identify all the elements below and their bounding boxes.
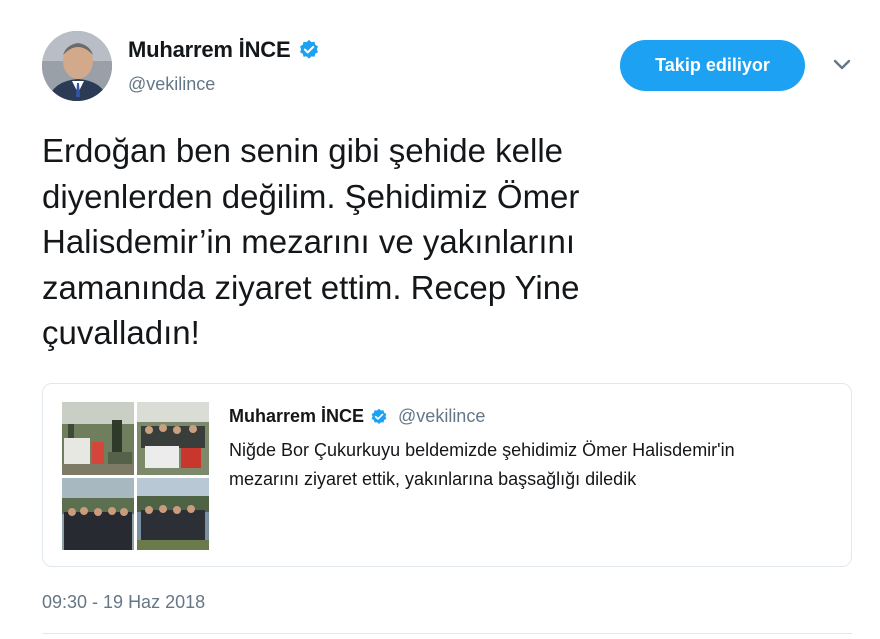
cemetery-photo [62,402,134,475]
author-handle[interactable]: @vekilince [128,74,215,95]
group-photo [137,478,209,550]
tweet-line: diyenlerden değilim. Şehidimiz Ömer [42,177,580,215]
quoted-tweet-photos[interactable] [62,402,209,550]
quoted-tweet-line: Niğde Bor Çukurkuyu beldemizde şehidimiz… [229,440,735,460]
author-avatar[interactable] [42,31,112,101]
quoted-tweet-line: mezarını ziyaret ettik, yakınlarına başs… [229,469,637,489]
verified-badge-icon [371,408,387,424]
divider [42,633,852,634]
author-name-row: Muharrem İNCE [128,37,320,63]
quoted-tweet-card[interactable]: Muharrem İNCE @vekilince Niğde Bor Çukur… [42,383,852,567]
photo-thumbnail[interactable] [62,478,134,550]
chevron-down-icon[interactable] [832,58,852,72]
quoted-author-name[interactable]: Muharrem İNCE [229,406,364,427]
tweet-line: Erdoğan ben senin gibi şehide kelle [42,132,564,169]
photo-thumbnail[interactable] [62,402,134,475]
quoted-author-handle[interactable]: @vekilince [398,406,485,427]
following-button[interactable]: Takip ediliyor [620,40,805,91]
crowd-photo [137,402,209,475]
tweet-line: Halisdemir’in mezarını ve yakınlarını [42,223,576,260]
quoted-tweet-header: Muharrem İNCE @vekilince [229,406,485,427]
tweet-text: Erdoğan ben senin gibi şehide kelle diye… [42,128,742,356]
verified-badge-icon [300,39,319,59]
photo-thumbnail[interactable] [137,478,209,550]
tweet-line: zamanında ziyaret ettim. Recep Yine [42,268,580,306]
avatar-photo [42,31,112,101]
group-photo [62,478,134,550]
quoted-tweet-text: Niğde Bor Çukurkuyu beldemizde şehidimiz… [229,436,829,494]
tweet-line: çuvalladın! [42,314,200,351]
photo-thumbnail[interactable] [137,402,209,475]
author-name[interactable]: Muharrem İNCE [128,37,291,63]
tweet-timestamp[interactable]: 09:30 - 19 Haz 2018 [42,592,205,613]
